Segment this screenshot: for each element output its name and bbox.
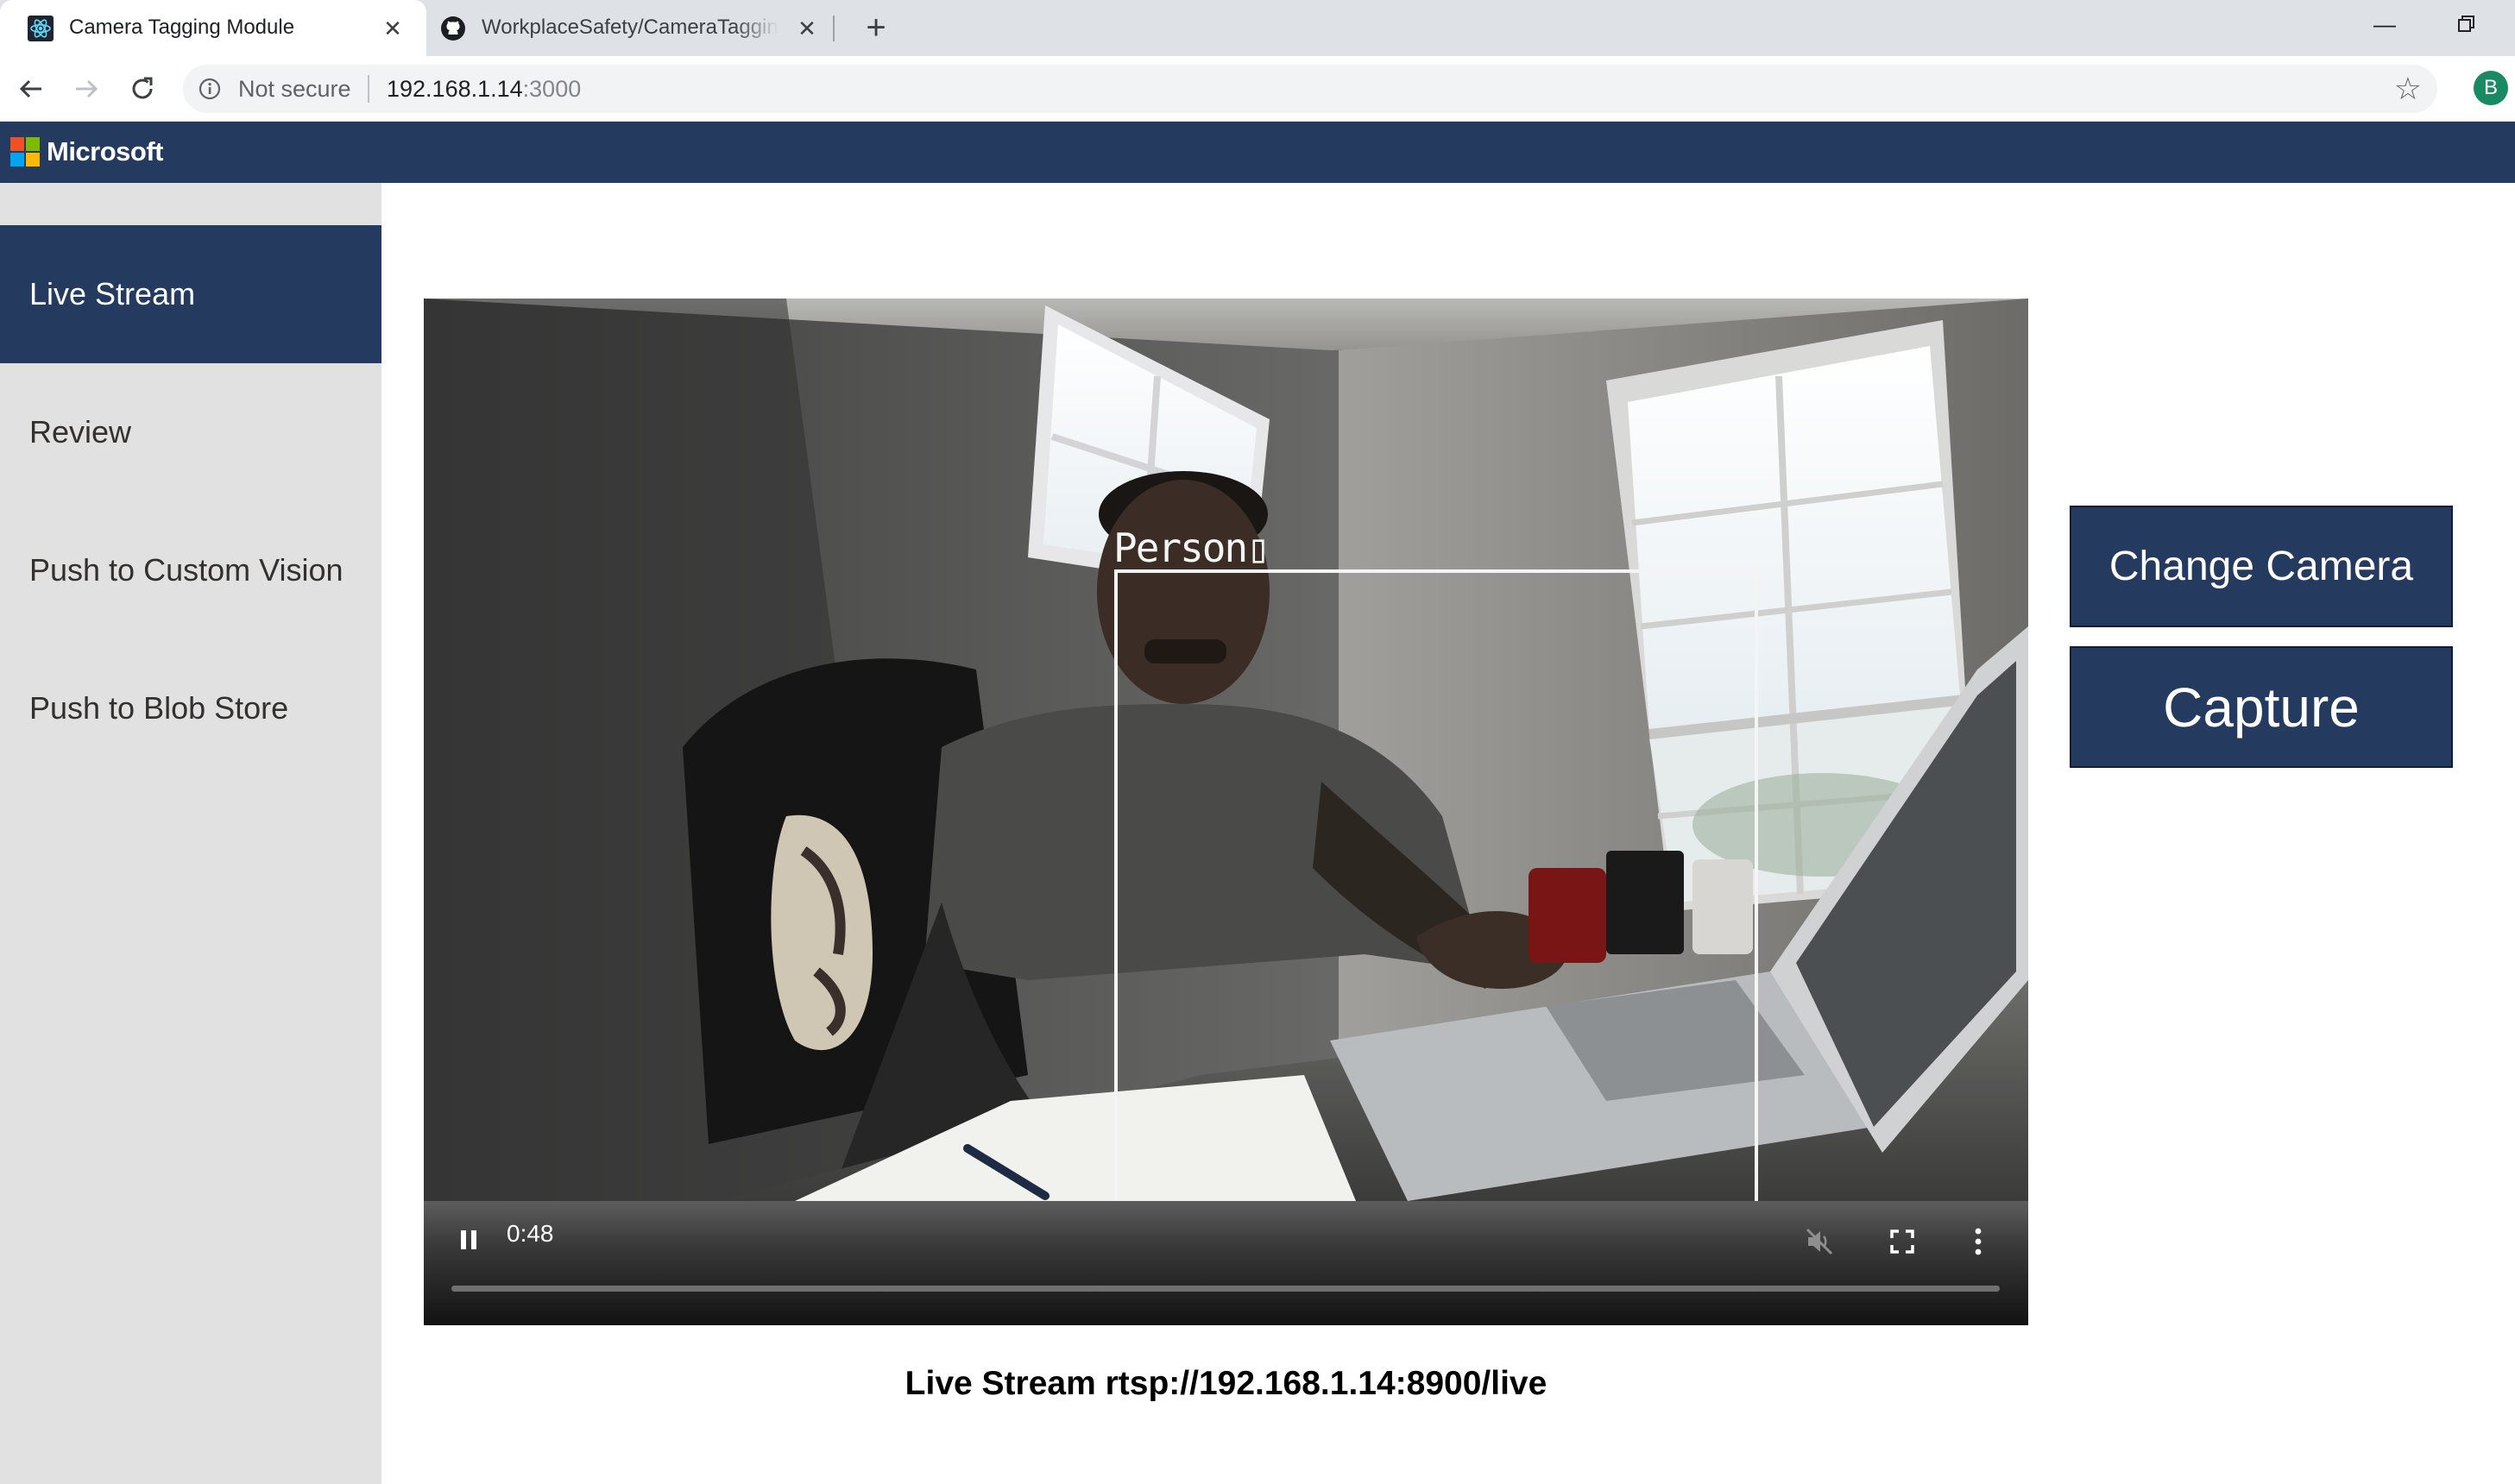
forward-arrow-icon[interactable] xyxy=(69,72,104,106)
tab-title: WorkplaceSafety/CameraTagging xyxy=(482,16,778,39)
reload-icon[interactable] xyxy=(125,72,160,106)
change-camera-button[interactable]: Change Camera xyxy=(2070,506,2453,627)
tab-github-repo[interactable]: WorkplaceSafety/CameraTagging ✕ xyxy=(426,0,834,56)
pause-icon[interactable] xyxy=(458,1229,479,1251)
minimize-icon[interactable]: — xyxy=(2359,7,2411,41)
detection-bounding-box xyxy=(1114,569,1758,1201)
browser-toolbar: Not secure 192.168.1.14:3000 ☆ xyxy=(0,56,2515,122)
new-tab-button[interactable]: + xyxy=(860,10,892,45)
url-text[interactable]: 192.168.1.14:3000 xyxy=(387,76,581,103)
sidebar-item-push-to-blob-store[interactable]: Push to Blob Store xyxy=(0,639,381,777)
microsoft-logo-icon xyxy=(10,137,40,167)
bookmark-star-icon[interactable]: ☆ xyxy=(2394,72,2422,106)
tab-camera-tagging-module[interactable]: Camera Tagging Module ✕ xyxy=(0,0,426,56)
react-icon xyxy=(28,16,54,41)
github-icon xyxy=(441,16,465,41)
detection-label-text: Person xyxy=(1113,525,1248,571)
app-header: Microsoft xyxy=(0,122,2515,183)
stream-url-caption: Live Stream rtsp://192.168.1.14:8900/liv… xyxy=(905,1365,1547,1402)
fullscreen-icon[interactable] xyxy=(1889,1229,1915,1254)
security-status[interactable]: Not secure xyxy=(238,76,351,103)
browser-tabstrip: Camera Tagging Module ✕ WorkplaceSafety/… xyxy=(0,0,2515,56)
sidebar-item-live-stream[interactable]: Live Stream xyxy=(0,225,381,363)
url-host: 192.168.1.14 xyxy=(387,76,523,102)
muted-volume-icon[interactable] xyxy=(1805,1227,1834,1256)
tab-close-icon[interactable]: ✕ xyxy=(794,16,820,41)
sidebar-item-review[interactable]: Review xyxy=(0,363,381,501)
url-port: :3000 xyxy=(522,76,582,102)
playback-progress-bar[interactable] xyxy=(451,1286,2000,1292)
restore-icon[interactable] xyxy=(2441,7,2493,41)
detection-label: Person▯ xyxy=(1113,525,1270,571)
back-arrow-icon[interactable] xyxy=(14,72,48,106)
tab-title: Camera Tagging Module xyxy=(69,16,295,39)
tab-close-icon[interactable]: ✕ xyxy=(380,16,406,41)
brand-name: Microsoft xyxy=(47,136,164,167)
video-controls: 0:48 xyxy=(424,1201,2028,1325)
playback-time: 0:48 xyxy=(507,1220,554,1247)
profile-avatar[interactable]: B xyxy=(2474,71,2508,105)
sidebar-item-push-to-custom-vision[interactable]: Push to Custom Vision xyxy=(0,501,381,639)
info-icon[interactable] xyxy=(199,78,221,100)
capture-button[interactable]: Capture xyxy=(2070,646,2453,768)
detection-label-glyph: ▯ xyxy=(1246,525,1270,571)
tab-separator xyxy=(833,16,835,41)
more-options-icon[interactable] xyxy=(1972,1227,1984,1256)
address-divider xyxy=(368,75,369,103)
sidebar: Live Stream Review Push to Custom Vision… xyxy=(0,183,381,1484)
live-video-player[interactable]: Person▯ 0:48 xyxy=(424,299,2028,1325)
address-bar[interactable]: Not secure 192.168.1.14:3000 ☆ xyxy=(183,65,2437,113)
